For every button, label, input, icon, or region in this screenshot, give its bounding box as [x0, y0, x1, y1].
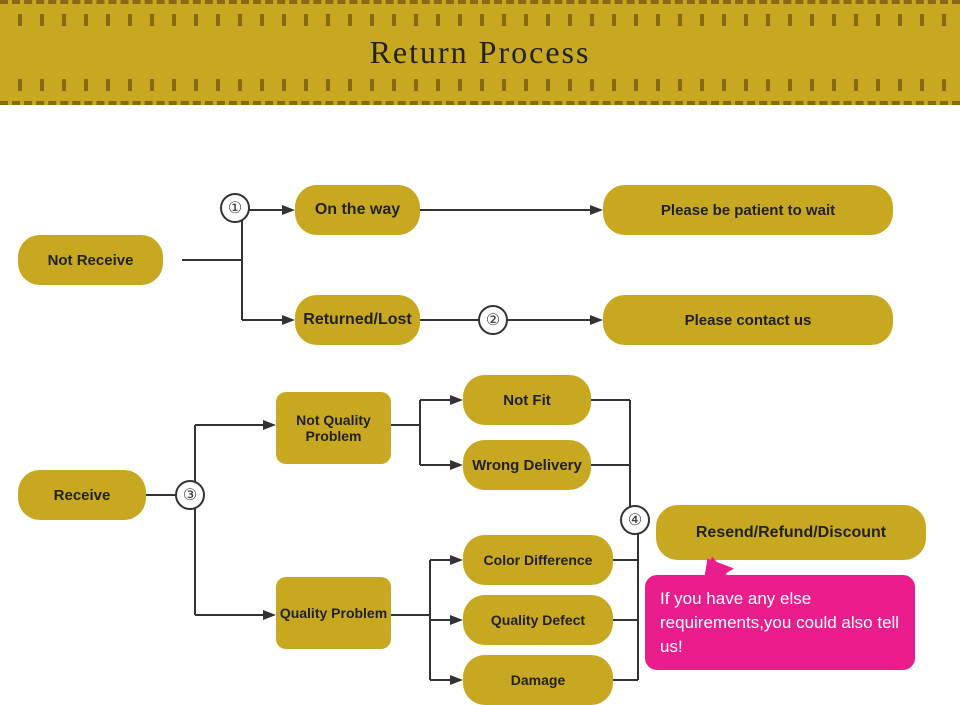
please-patient-box: Please be patient to wait	[603, 185, 893, 235]
diagram-content: Not Receive ① On the way Returned/Lost ②…	[0, 105, 960, 705]
not-fit-box: Not Fit	[463, 375, 591, 425]
please-contact-box: Please contact us	[603, 295, 893, 345]
circle-4: ④	[620, 505, 650, 535]
header-stripe-top	[0, 14, 960, 26]
damage-box: Damage	[463, 655, 613, 705]
header: Return Process	[0, 0, 960, 105]
speech-bubble: If you have any else requirements,you co…	[645, 575, 915, 670]
resend-refund-box: Resend/Refund/Discount	[656, 505, 926, 560]
color-difference-box: Color Difference	[463, 535, 613, 585]
circle-2: ②	[478, 305, 508, 335]
not-quality-problem-box: Not Quality Problem	[276, 392, 391, 464]
wrong-delivery-box: Wrong Delivery	[463, 440, 591, 490]
header-stripe-bottom	[0, 79, 960, 91]
quality-defect-box: Quality Defect	[463, 595, 613, 645]
not-receive-box: Not Receive	[18, 235, 163, 285]
returned-lost-box: Returned/Lost	[295, 295, 420, 345]
page-title: Return Process	[370, 34, 591, 70]
on-the-way-box: On the way	[295, 185, 420, 235]
quality-problem-box: Quality Problem	[276, 577, 391, 649]
circle-3: ③	[175, 480, 205, 510]
receive-box: Receive	[18, 470, 146, 520]
circle-1: ①	[220, 193, 250, 223]
